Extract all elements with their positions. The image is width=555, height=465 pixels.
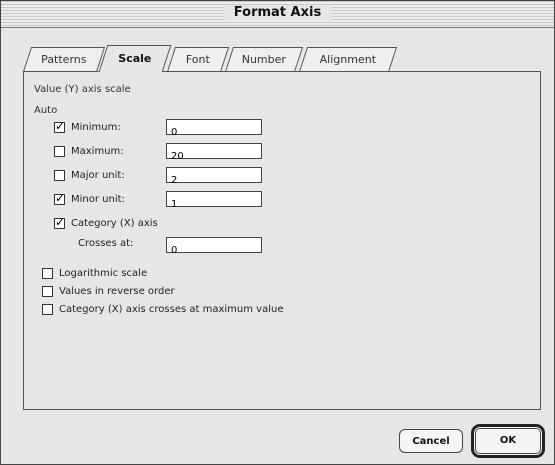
logarithmic-checkbox[interactable] bbox=[42, 267, 53, 279]
tab-number[interactable]: Number bbox=[224, 47, 304, 72]
ok-button-label: OK bbox=[475, 428, 541, 454]
major-unit-label: Major unit: bbox=[71, 169, 125, 181]
tab-patterns[interactable]: Patterns bbox=[22, 47, 106, 72]
crosses-at-input[interactable] bbox=[167, 243, 261, 258]
tab-label: Number bbox=[241, 53, 286, 66]
maximum-row: Maximum: bbox=[54, 142, 124, 160]
section-title: Value (Y) axis scale bbox=[34, 84, 131, 95]
category-axis-auto-checkbox[interactable] bbox=[54, 215, 65, 229]
scale-panel: Value (Y) axis scale Auto Minimum: Maxim… bbox=[23, 71, 541, 410]
tab-label: Scale bbox=[118, 52, 152, 65]
tab-label: Patterns bbox=[41, 53, 87, 66]
cancel-button[interactable]: Cancel bbox=[399, 429, 463, 453]
reverse-order-checkbox[interactable] bbox=[42, 285, 53, 297]
maximum-auto-checkbox[interactable] bbox=[54, 145, 65, 157]
format-axis-dialog: Format Axis Patterns Scale Font Number A… bbox=[0, 0, 555, 465]
minimum-auto-checkbox[interactable] bbox=[54, 119, 65, 133]
crosses-at-field[interactable] bbox=[166, 237, 262, 258]
maximum-input[interactable] bbox=[167, 149, 261, 164]
dialog-title: Format Axis bbox=[223, 5, 332, 20]
tab-label: Font bbox=[185, 53, 210, 66]
minor-unit-row: Minor unit: bbox=[54, 190, 125, 208]
crosses-at-max-label: Category (X) axis crosses at maximum val… bbox=[59, 303, 284, 315]
tab-font[interactable]: Font bbox=[166, 47, 230, 72]
minor-unit-input[interactable] bbox=[167, 197, 261, 212]
ok-button[interactable]: OK bbox=[471, 424, 545, 458]
minimum-label: Minimum: bbox=[71, 121, 121, 133]
major-unit-auto-checkbox[interactable] bbox=[54, 169, 65, 181]
logarithmic-row: Logarithmic scale bbox=[42, 264, 147, 282]
minimum-input[interactable] bbox=[167, 125, 261, 140]
minimum-row: Minimum: bbox=[54, 118, 121, 136]
minor-unit-label: Minor unit: bbox=[71, 193, 125, 205]
category-axis-row: Category (X) axis bbox=[54, 214, 158, 232]
title-bar[interactable]: Format Axis bbox=[1, 1, 554, 28]
minor-unit-auto-checkbox[interactable] bbox=[54, 191, 65, 205]
logarithmic-label: Logarithmic scale bbox=[59, 267, 148, 279]
reverse-order-label: Values in reverse order bbox=[59, 285, 175, 297]
minor-unit-field[interactable] bbox=[166, 191, 262, 212]
major-unit-row: Major unit: bbox=[54, 166, 125, 184]
tab-label: Alignment bbox=[319, 53, 377, 66]
maximum-field[interactable] bbox=[166, 143, 262, 164]
maximum-label: Maximum: bbox=[71, 145, 124, 157]
category-axis-label: Category (X) axis bbox=[71, 217, 158, 229]
crosses-at-max-checkbox[interactable] bbox=[42, 303, 53, 315]
major-unit-input[interactable] bbox=[167, 173, 261, 188]
tab-alignment[interactable]: Alignment bbox=[298, 47, 398, 72]
reverse-order-row: Values in reverse order bbox=[42, 282, 175, 300]
crosses-at-label: Crosses at: bbox=[78, 238, 134, 249]
minimum-field[interactable] bbox=[166, 119, 262, 140]
crosses-at-max-row: Category (X) axis crosses at maximum val… bbox=[42, 300, 283, 318]
tab-scale[interactable]: Scale bbox=[98, 45, 172, 72]
auto-label: Auto bbox=[34, 105, 58, 116]
major-unit-field[interactable] bbox=[166, 167, 262, 188]
